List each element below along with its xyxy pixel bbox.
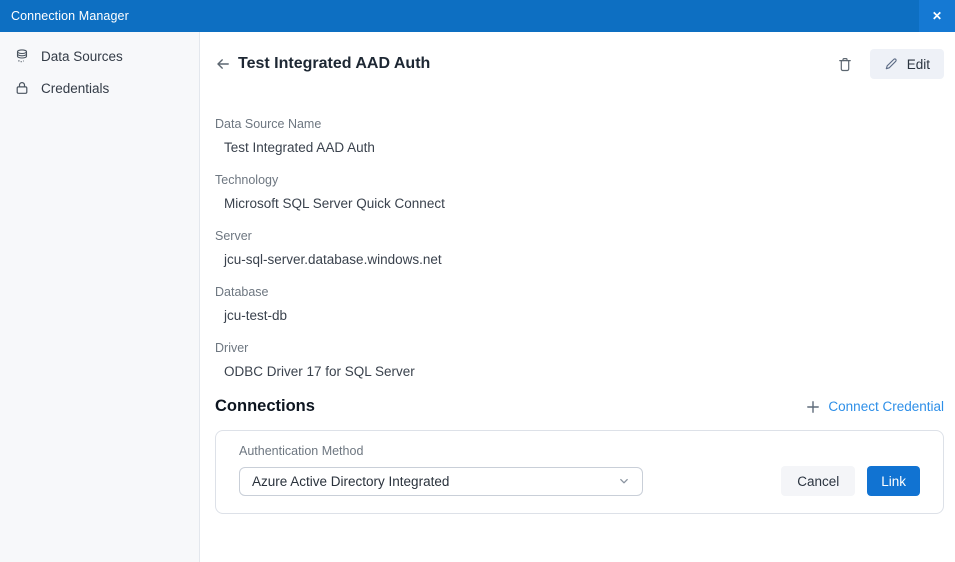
cancel-button[interactable]: Cancel — [781, 466, 856, 496]
field-data-source-name: Data Source Name Test Integrated AAD Aut… — [215, 117, 944, 155]
back-arrow-icon — [217, 59, 229, 69]
titlebar: Connection Manager ✕ — [0, 0, 955, 32]
field-technology: Technology Microsoft SQL Server Quick Co… — [215, 173, 944, 211]
sidebar-item-label: Data Sources — [41, 48, 123, 64]
field-label: Server — [215, 229, 252, 243]
field-driver: Driver ODBC Driver 17 for SQL Server — [215, 341, 944, 379]
delete-button[interactable] — [837, 56, 853, 73]
sidebar-item-label: Credentials — [41, 80, 110, 96]
lock-icon — [14, 80, 30, 96]
field-label: Technology — [215, 173, 279, 187]
back-button[interactable] — [215, 56, 231, 72]
field-value: jcu-test-db — [224, 308, 288, 323]
main-panel: Test Integrated AAD Auth Edit Data Sourc… — [200, 32, 955, 562]
connect-credential-button[interactable]: Connect Credential — [806, 399, 944, 414]
auth-method-selected-value: Azure Active Directory Integrated — [252, 473, 450, 489]
auth-method-select[interactable]: Azure Active Directory Integrated — [239, 466, 643, 496]
field-database: Database jcu-test-db — [215, 285, 944, 323]
close-button[interactable]: ✕ — [919, 0, 955, 32]
database-icon — [14, 48, 30, 64]
link-button[interactable]: Link — [867, 466, 920, 496]
close-icon: ✕ — [931, 9, 943, 23]
page-title: Test Integrated AAD Auth — [238, 55, 431, 72]
app-body: Data Sources Credentials Test Integrated… — [0, 32, 955, 562]
connection-card: Authentication Method Azure Active Direc… — [215, 430, 944, 514]
trash-icon — [838, 57, 851, 71]
sidebar: Data Sources Credentials — [0, 32, 200, 562]
card-buttons: Cancel Link — [781, 466, 920, 496]
field-label: Database — [215, 285, 269, 299]
edit-button[interactable]: Edit — [869, 49, 944, 79]
detail-header: Test Integrated AAD Auth Edit — [215, 49, 944, 79]
chevron-down-icon — [618, 475, 630, 487]
connect-credential-label: Connect Credential — [828, 399, 944, 414]
connections-header: Connections Connect Credential — [215, 397, 944, 416]
edit-button-label: Edit — [906, 56, 930, 72]
sidebar-item-credentials[interactable]: Credentials — [0, 72, 199, 104]
field-label: Driver — [215, 341, 249, 355]
field-value: ODBC Driver 17 for SQL Server — [224, 364, 415, 379]
connections-title: Connections — [215, 397, 315, 415]
field-value: Test Integrated AAD Auth — [224, 140, 375, 155]
field-label: Data Source Name — [215, 117, 322, 131]
card-row: Azure Active Directory Integrated Cancel… — [239, 466, 920, 496]
plus-icon — [807, 400, 820, 413]
header-actions: Edit — [837, 49, 944, 79]
sidebar-item-data-sources[interactable]: Data Sources — [0, 40, 199, 72]
field-value: jcu-sql-server.database.windows.net — [224, 252, 442, 267]
field-server: Server jcu-sql-server.database.windows.n… — [215, 229, 944, 267]
field-list: Data Source Name Test Integrated AAD Aut… — [215, 117, 944, 379]
field-value: Microsoft SQL Server Quick Connect — [224, 196, 445, 211]
pencil-icon — [885, 58, 897, 70]
window-title: Connection Manager — [11, 9, 129, 23]
auth-method-label: Authentication Method — [239, 444, 364, 458]
